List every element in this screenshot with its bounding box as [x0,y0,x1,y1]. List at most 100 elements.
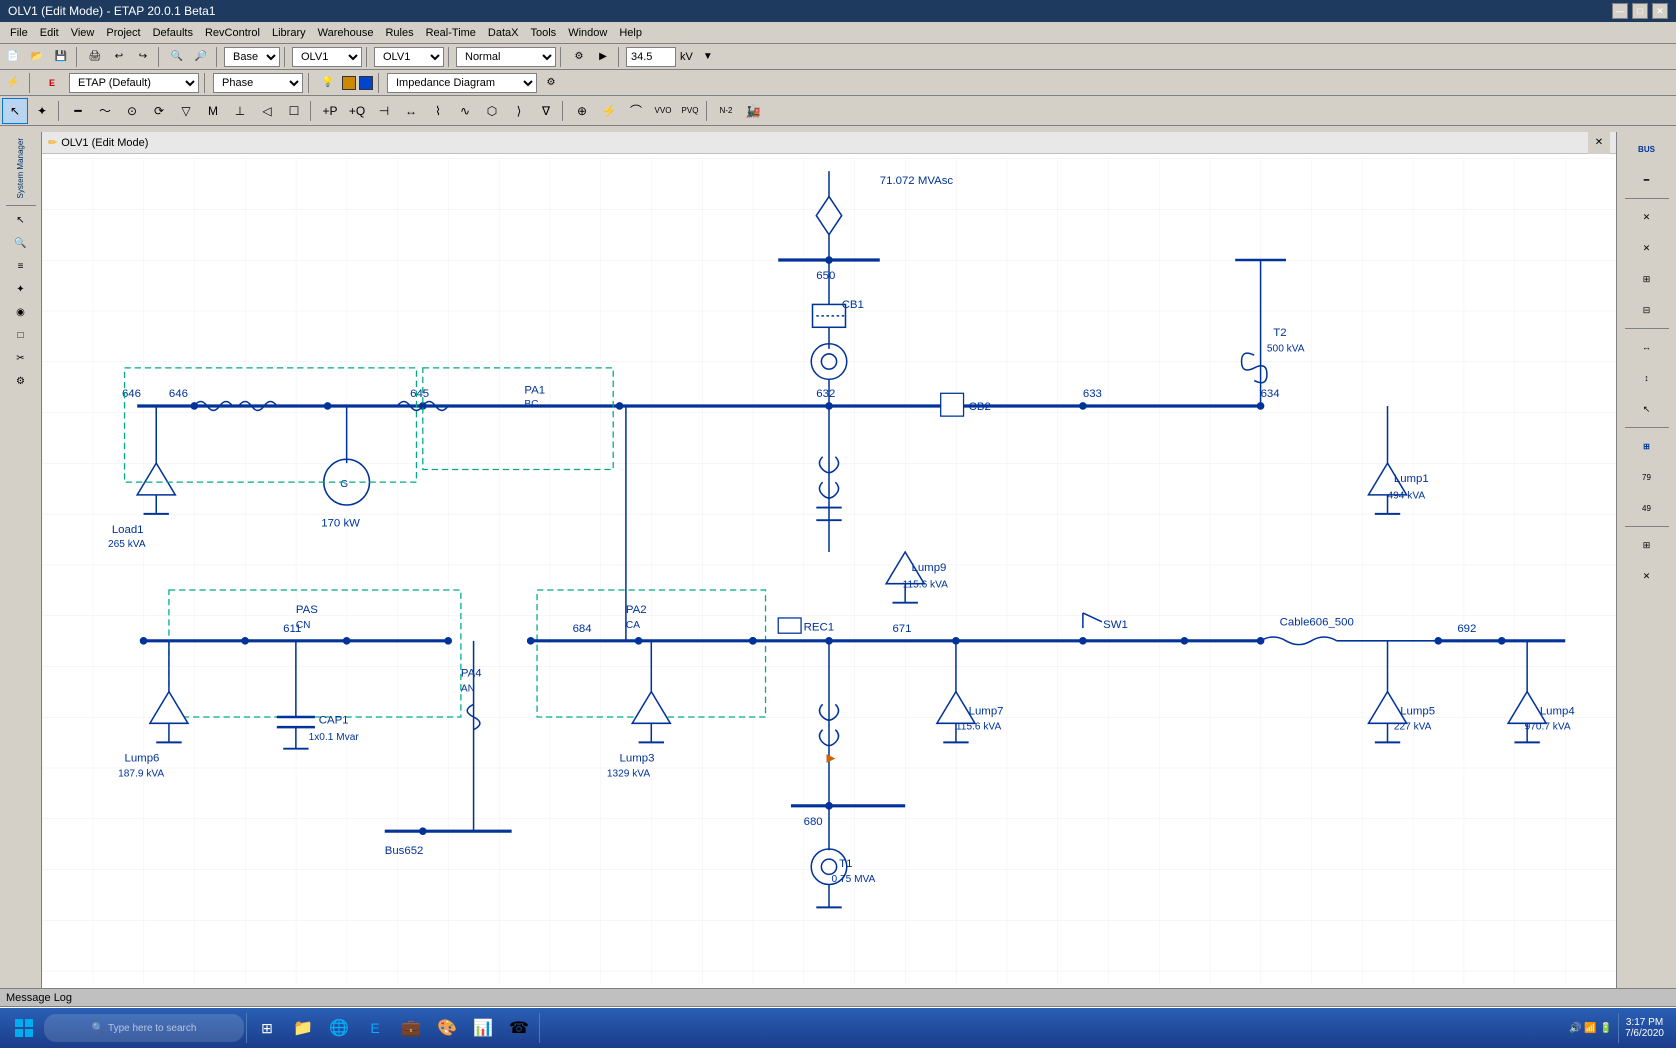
measure-tool[interactable]: ⊕ [569,98,595,124]
base-dropdown[interactable]: Base [224,47,280,67]
clock[interactable]: 3:17 PM 7/6/2020 [1625,1017,1664,1039]
n-2-tool[interactable]: N-2 [713,98,739,124]
print-btn[interactable]: 🖨 [84,46,106,68]
rp-bus[interactable]: BUS [1633,135,1661,163]
redo-btn[interactable]: ↪ [132,46,154,68]
lamp-btn[interactable]: 💡 [317,72,339,94]
rp-icon14[interactable]: ✕ [1633,562,1661,590]
tb2-btn1[interactable]: ⚡ [2,72,24,94]
rp-icon9[interactable]: ↖ [1633,395,1661,423]
menu-realtime[interactable]: Real-Time [420,25,482,41]
inverter-tool[interactable]: ⟩ [506,98,532,124]
rp-icon6[interactable]: ⊟ [1633,296,1661,324]
menu-warehouse[interactable]: Warehouse [312,25,380,41]
menu-window[interactable]: Window [562,25,613,41]
left-tool8[interactable]: ⚙ [10,370,32,392]
fault-tool[interactable]: ⚡ [596,98,622,124]
menu-datax[interactable]: DataX [482,25,525,41]
qload-tool[interactable]: +Q [344,98,370,124]
search-bar[interactable]: 🔍 Type here to search [44,1014,244,1042]
tb-app5[interactable]: 🎨 [429,1010,465,1046]
tb-app2[interactable]: 🌐 [321,1010,357,1046]
ups-tool[interactable]: ⬡ [479,98,505,124]
tb-app4[interactable]: 💼 [393,1010,429,1046]
save-btn[interactable]: 💾 [50,46,72,68]
rp-icon2[interactable]: ━ [1633,166,1661,194]
normal-dropdown[interactable]: Normal [456,47,556,67]
etap-icon[interactable]: E [38,72,66,94]
etap-dropdown[interactable]: ETAP (Default) [69,73,199,93]
canvas-close[interactable]: ✕ [1588,132,1610,154]
recloser-tool[interactable]: ↔ [398,98,424,124]
menu-view[interactable]: View [65,25,101,41]
lump-tool[interactable]: ∇ [533,98,559,124]
tb-app7[interactable]: ☎ [501,1010,537,1046]
menu-tools[interactable]: Tools [525,25,563,41]
diagram-canvas[interactable]: 71.072 MVAsc 650 CB1 [42,154,1616,988]
tb-app3[interactable]: E [357,1010,393,1046]
close-button[interactable]: ✕ [1652,3,1668,19]
menu-rules[interactable]: Rules [379,25,419,41]
diagram-opt-btn[interactable]: ⚙ [540,72,562,94]
pq-tool[interactable]: PVQ [677,98,703,124]
bus-tool[interactable]: ━ [65,98,91,124]
rp-icon11[interactable]: 79 [1633,463,1661,491]
gen-tool[interactable]: ⊙ [119,98,145,124]
cb-tool[interactable]: ☐ [281,98,307,124]
rp-icon4[interactable]: ✕ [1633,234,1661,262]
settings-btn[interactable]: ⚙ [568,46,590,68]
color2-btn[interactable] [359,76,373,90]
zoom-out-btn[interactable]: 🔎 [190,46,212,68]
kv-down[interactable]: ▼ [697,46,719,68]
rp-icon12[interactable]: 49 [1633,494,1661,522]
zoom-in-btn[interactable]: 🔍 [166,46,188,68]
minimize-button[interactable]: — [1612,3,1628,19]
olv1-dropdown2[interactable]: OLV1 [374,47,444,67]
rp-icon8[interactable]: ↕ [1633,364,1661,392]
load-tool[interactable]: ▽ [173,98,199,124]
rp-icon3[interactable]: ✕ [1633,203,1661,231]
left-tool4[interactable]: ✦ [10,278,32,300]
left-select[interactable]: ↖ [10,209,32,231]
menu-project[interactable]: Project [100,25,146,41]
rp-icon5[interactable]: ⊞ [1633,265,1661,293]
relay-tool[interactable]: ⌇ [425,98,451,124]
transformer-tool[interactable]: ⟳ [146,98,172,124]
cap-tool[interactable]: ⊥ [227,98,253,124]
left-tool3[interactable]: ≡ [10,255,32,277]
train-tool[interactable]: 🚂 [740,98,766,124]
switch-tool[interactable]: ◁ [254,98,280,124]
left-tool2[interactable]: 🔍 [10,232,32,254]
left-tool5[interactable]: ◉ [10,301,32,323]
menu-file[interactable]: File [4,25,34,41]
menu-edit[interactable]: Edit [34,25,65,41]
left-tool7[interactable]: ✂ [10,347,32,369]
pload-tool[interactable]: +P [317,98,343,124]
system-manager-label[interactable]: System Manager [16,134,25,202]
olv1-dropdown1[interactable]: OLV1 [292,47,362,67]
maximize-button[interactable]: □ [1632,3,1648,19]
diagram-dropdown[interactable]: Impedance Diagram [387,73,537,93]
task-view[interactable]: ⊞ [249,1010,285,1046]
pointer-tool[interactable]: ✦ [29,98,55,124]
kv-input[interactable] [626,47,676,67]
menu-revcontrol[interactable]: RevControl [199,25,266,41]
menu-library[interactable]: Library [266,25,312,41]
fuse-tool[interactable]: ⊣ [371,98,397,124]
arc-tool[interactable]: ⌒ [623,98,649,124]
color-btn[interactable] [342,76,356,90]
tb-app1[interactable]: 📁 [285,1010,321,1046]
vfd-tool[interactable]: ∿ [452,98,478,124]
run-btn[interactable]: ▶ [592,46,614,68]
rp-icon13[interactable]: ⊞ [1633,531,1661,559]
start-button[interactable] [4,1010,44,1046]
cable-tool[interactable]: 〜 [92,98,118,124]
menu-defaults[interactable]: Defaults [147,25,199,41]
vvo-tool[interactable]: VVO [650,98,676,124]
tb-app6[interactable]: 📊 [465,1010,501,1046]
phase-dropdown[interactable]: Phase [213,73,303,93]
select-tool[interactable]: ↖ [2,98,28,124]
rp-table[interactable]: ⊞ [1633,432,1661,460]
undo-btn[interactable]: ↩ [108,46,130,68]
new-btn[interactable]: 📄 [2,46,24,68]
